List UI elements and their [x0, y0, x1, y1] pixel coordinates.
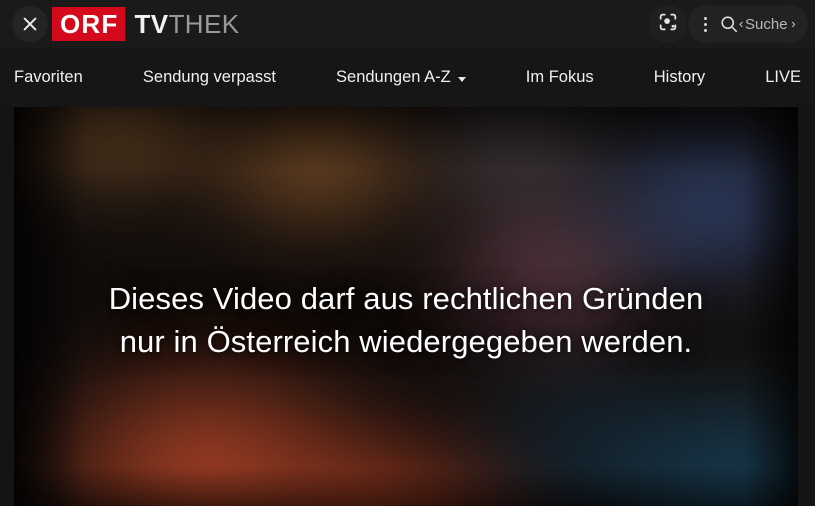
brand-orf-mark: ORF	[52, 7, 126, 41]
brand-thek-text: THEK	[168, 8, 240, 39]
geo-restriction-line-1: Dieses Video darf aus rechtlichen Gründe…	[108, 281, 704, 316]
geo-restriction-line-2: nur in Österreich wiedergegeben werden.	[119, 324, 693, 359]
chevron-left-icon: ‹	[739, 15, 744, 31]
search-input[interactable]: ‹ Suche ›	[739, 15, 796, 33]
geo-restriction-message: Dieses Video darf aus rechtlichen Gründe…	[14, 277, 798, 363]
kebab-dot	[703, 22, 707, 26]
nav-item-label: History	[653, 68, 706, 86]
nav-item-label: Sendung verpasst	[142, 68, 276, 86]
kebab-dot	[703, 28, 707, 32]
nav-item-im-fokus[interactable]: Im Fokus	[526, 68, 594, 87]
video-player[interactable]: Dieses Video darf aus rechtlichen Gründe…	[14, 107, 798, 506]
brand-logo[interactable]: ORF TV THEK	[52, 7, 239, 41]
lens-focus-button[interactable]	[649, 5, 687, 43]
nav-item-live[interactable]: LIVE	[765, 68, 801, 87]
nav-item-label: Favoriten	[14, 68, 83, 86]
nav-item-favoriten[interactable]: Favoriten	[14, 68, 83, 87]
close-button[interactable]	[12, 6, 48, 42]
close-icon	[21, 15, 39, 33]
main-navigation: Favoriten Sendung verpasst Sendungen A-Z…	[0, 48, 815, 107]
nav-item-label: Im Fokus	[525, 68, 594, 86]
nav-item-label: LIVE	[765, 68, 801, 86]
brand-tv-text: TV	[134, 8, 169, 39]
nav-item-sendung-verpasst[interactable]: Sendung verpasst	[143, 68, 276, 87]
lens-focus-icon	[657, 11, 679, 38]
chevron-down-icon	[457, 76, 466, 82]
nav-item-sendungen-a-z[interactable]: Sendungen A-Z	[336, 68, 466, 87]
nav-items-container: Favoriten Sendung verpasst Sendungen A-Z…	[0, 68, 815, 87]
nav-item-label: Sendungen A-Z	[336, 68, 451, 86]
chevron-right-icon: ›	[791, 15, 796, 31]
video-stage: Dieses Video darf aus rechtlichen Gründe…	[0, 107, 815, 506]
search-bar[interactable]: ‹ Suche ›	[688, 5, 808, 43]
kebab-dot	[703, 16, 707, 20]
orf-tvthek-player-page: ORF TV THEK ‹ Suche › Favoriten Sendung …	[0, 0, 815, 506]
search-placeholder-text: Suche	[745, 15, 788, 33]
nav-item-history[interactable]: History	[654, 68, 705, 87]
app-header: ORF TV THEK ‹ Suche ›	[0, 0, 815, 48]
more-vertical-icon[interactable]	[694, 12, 716, 36]
